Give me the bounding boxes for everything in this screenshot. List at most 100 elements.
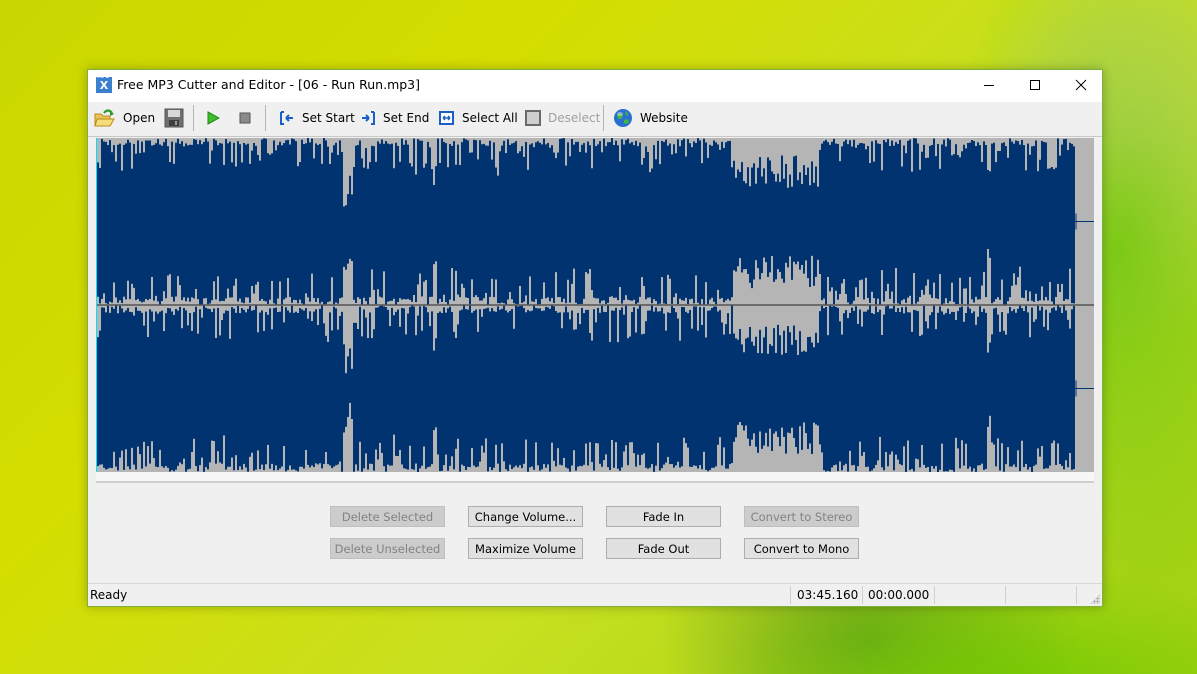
waveform-bar-left bbox=[847, 144, 849, 303]
waveform-bar-left bbox=[345, 205, 347, 270]
waveform-bar-left bbox=[217, 145, 219, 277]
waveform-bar-left bbox=[1033, 145, 1035, 302]
waveform-bar-left bbox=[333, 145, 335, 305]
waveform-bar-left bbox=[277, 145, 279, 299]
waveform-bar-right bbox=[949, 313, 951, 470]
waveform-canvas[interactable] bbox=[96, 138, 1094, 472]
waveform-bar-right bbox=[779, 335, 781, 447]
waveform-bar-left bbox=[619, 161, 621, 288]
waveform-bar-left bbox=[203, 141, 205, 299]
waveform-bar-left bbox=[467, 140, 469, 298]
deselect-button[interactable]: Deselect bbox=[525, 106, 600, 130]
waveform-bar-right bbox=[815, 332, 817, 425]
change-volume-button[interactable]: Change Volume... bbox=[468, 506, 583, 527]
waveform-bar-right bbox=[581, 307, 583, 467]
delete-unselected-button[interactable]: Delete Unselected bbox=[330, 538, 445, 559]
waveform-bar-right bbox=[435, 338, 437, 428]
fade-in-button[interactable]: Fade In bbox=[606, 506, 721, 527]
waveform-bar-right bbox=[951, 311, 953, 470]
delete-selected-button[interactable]: Delete Selected bbox=[330, 506, 445, 527]
waveform-bar-left bbox=[895, 142, 897, 268]
waveform-bar-right bbox=[1023, 310, 1025, 468]
waveform-bar-left bbox=[805, 174, 807, 261]
waveform-bar-left bbox=[911, 171, 913, 305]
convert-to-stereo-button[interactable]: Convert to Stereo bbox=[744, 506, 859, 527]
waveform-bar-left bbox=[163, 142, 165, 292]
waveform-bar-left bbox=[567, 142, 569, 280]
waveform-bar-right bbox=[387, 309, 389, 465]
waveform-bar-right bbox=[177, 310, 179, 466]
play-button[interactable] bbox=[206, 106, 227, 130]
status-bar: Ready 03:45.160 00:00.000 bbox=[88, 583, 1102, 606]
waveform-bar-left bbox=[1007, 157, 1009, 302]
waveform-bar-right bbox=[725, 324, 727, 469]
waveform-bar-right bbox=[687, 313, 689, 448]
resize-grip[interactable] bbox=[1090, 594, 1100, 604]
waveform-bar-right bbox=[551, 305, 553, 443]
waveform-bar-right bbox=[801, 351, 803, 450]
waveform-bar-left bbox=[1047, 168, 1049, 301]
stop-button[interactable] bbox=[238, 106, 259, 130]
waveform-bar-left bbox=[421, 140, 423, 297]
waveform-bar-right bbox=[229, 338, 231, 467]
waveform-bar-right bbox=[699, 307, 701, 466]
waveform-bar-right bbox=[711, 308, 713, 468]
waveform-bar-left bbox=[491, 159, 493, 279]
waveform-bar-right bbox=[981, 311, 983, 464]
waveform-bar-left bbox=[119, 143, 121, 301]
waveform-bar-left bbox=[419, 140, 421, 274]
waveform-bar-left bbox=[823, 141, 825, 299]
waveform-bar-left bbox=[1017, 141, 1019, 278]
waveform-bar-right bbox=[1043, 326, 1045, 469]
waveform-bar-right bbox=[343, 344, 345, 433]
waveform-bar-right bbox=[233, 308, 235, 471]
waveform-bar-left bbox=[793, 156, 795, 262]
waveform-bar-left bbox=[631, 142, 633, 301]
waveform-bar-left bbox=[817, 186, 819, 260]
waveform-bar-left bbox=[1005, 146, 1007, 305]
waveform-bar-left bbox=[865, 149, 867, 278]
waveform-bar-left bbox=[97, 162, 99, 297]
save-button[interactable] bbox=[164, 106, 191, 130]
waveform-bar-left bbox=[1029, 154, 1031, 292]
waveform-bar-right bbox=[973, 311, 975, 469]
waveform-bar-right bbox=[707, 310, 709, 472]
maximize-volume-button[interactable]: Maximize Volume bbox=[468, 538, 583, 559]
waveform-bar-right bbox=[887, 305, 889, 467]
toolbar-separator bbox=[265, 105, 266, 131]
maximize-button[interactable] bbox=[1012, 70, 1058, 100]
horizontal-scrollbar[interactable] bbox=[96, 472, 1094, 483]
waveform-bar-left bbox=[927, 157, 929, 280]
set-start-button[interactable]: Set Start bbox=[279, 106, 355, 130]
waveform-bar-right bbox=[249, 305, 251, 457]
waveform-bar-left bbox=[677, 139, 679, 305]
waveform-bar-right bbox=[147, 337, 149, 447]
set-end-button[interactable]: Set End bbox=[360, 106, 429, 130]
waveform-bar-right bbox=[975, 324, 977, 472]
waveform-bar-right bbox=[897, 308, 899, 460]
waveform-bar-right bbox=[191, 330, 193, 452]
waveform-bar-right bbox=[827, 335, 829, 471]
select-all-button[interactable]: Select All bbox=[438, 106, 518, 130]
waveform-bar-right bbox=[419, 306, 421, 469]
waveform-bar-right bbox=[1059, 307, 1061, 464]
waveform-bar-left bbox=[819, 149, 821, 274]
waveform-bar-right bbox=[137, 310, 139, 447]
convert-to-mono-button[interactable]: Convert to Mono bbox=[744, 538, 859, 559]
waveform-bar-left bbox=[359, 140, 361, 299]
minimize-button[interactable] bbox=[966, 70, 1012, 100]
waveform-bar-left bbox=[531, 143, 533, 302]
open-button[interactable]: Open bbox=[94, 106, 155, 130]
waveform-bar-left bbox=[143, 152, 145, 302]
website-button[interactable]: Website bbox=[613, 106, 688, 130]
waveform-bar-left bbox=[349, 175, 351, 259]
fade-out-button[interactable]: Fade Out bbox=[606, 538, 721, 559]
waveform-bar-left bbox=[665, 139, 667, 305]
waveform-bar-left bbox=[497, 175, 499, 304]
waveform-bar-left bbox=[337, 154, 339, 304]
waveform-bar-right bbox=[183, 307, 185, 459]
waveform-bar-left bbox=[441, 138, 443, 302]
waveform-view[interactable] bbox=[96, 138, 1094, 472]
close-button[interactable] bbox=[1058, 70, 1104, 100]
waveform-bar-right bbox=[483, 308, 485, 453]
